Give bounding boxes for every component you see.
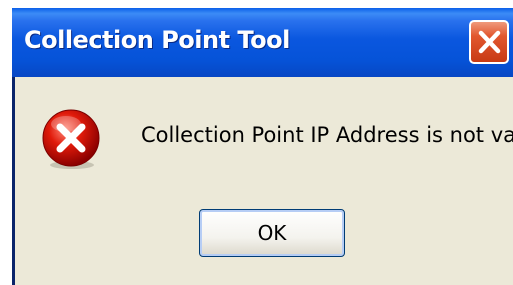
window-title: Collection Point Tool — [24, 26, 290, 54]
error-message: Collection Point IP Address is not valid — [141, 123, 513, 147]
dialog-body: Collection Point IP Address is not valid… — [15, 77, 513, 285]
error-icon — [42, 109, 100, 169]
dialog-window: Collection Point Tool Collection Point I… — [12, 8, 513, 285]
ok-button[interactable]: OK — [199, 209, 345, 257]
close-icon — [478, 30, 501, 54]
title-bar[interactable]: Collection Point Tool — [12, 8, 513, 77]
close-button[interactable] — [469, 20, 509, 64]
